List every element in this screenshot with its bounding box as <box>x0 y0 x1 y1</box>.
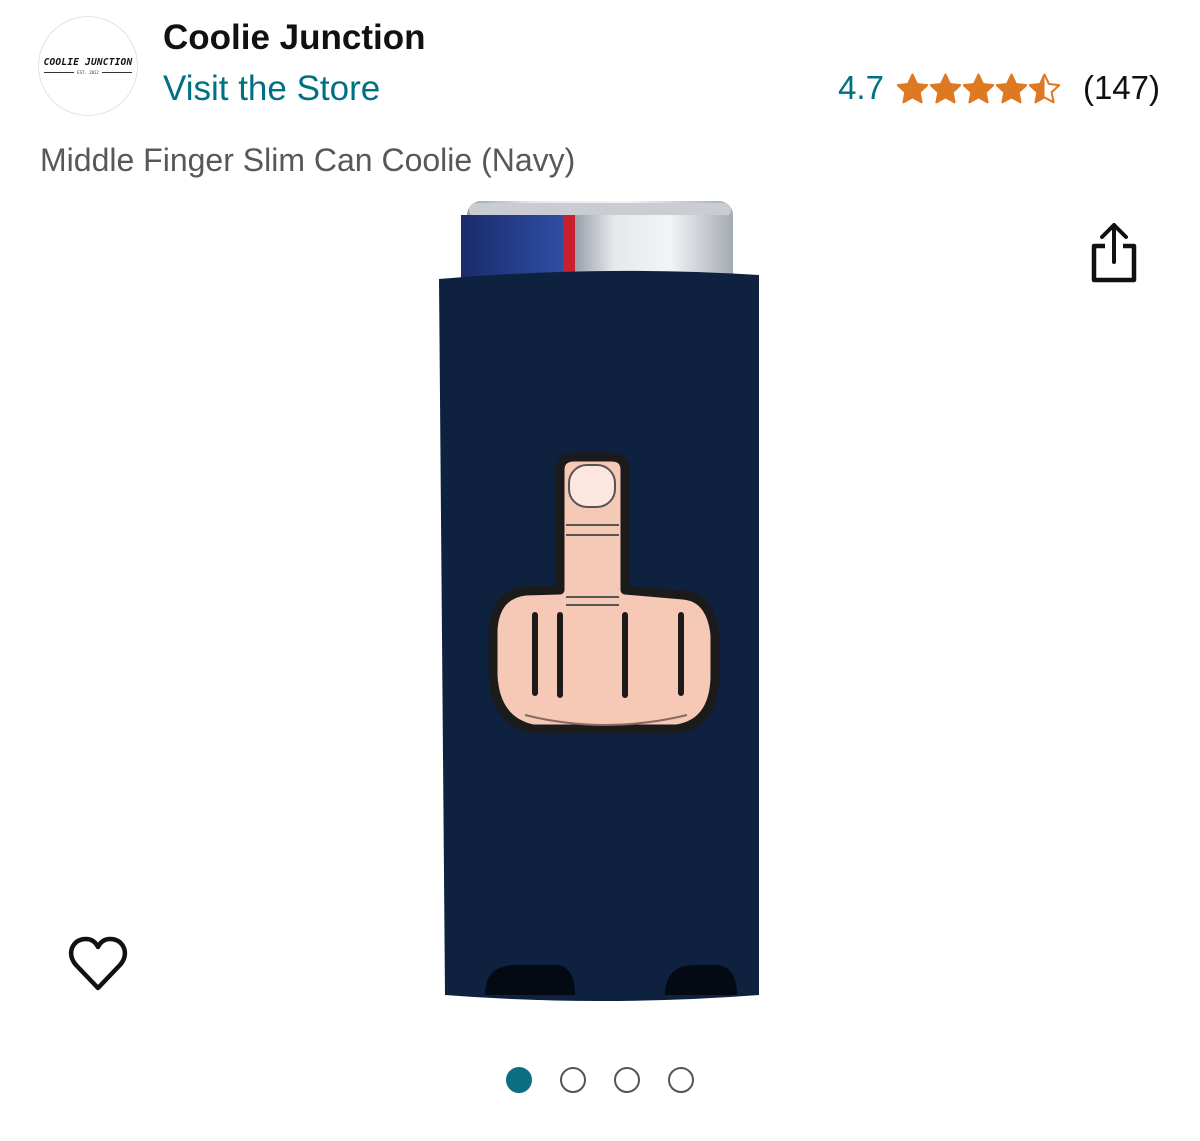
star-icon <box>962 73 995 103</box>
store-logo-est: EST. 2012 <box>77 70 99 75</box>
rating-summary[interactable]: 4.7 (147) <box>838 69 1160 107</box>
store-name[interactable]: Coolie Junction <box>163 18 426 58</box>
carousel-dot[interactable] <box>560 1067 586 1093</box>
star-icon <box>896 73 929 103</box>
rating-score: 4.7 <box>838 69 884 106</box>
coolie-illustration <box>439 201 759 1001</box>
product-page: COOLIE JUNCTION EST. 2012 Coolie Junctio… <box>0 0 1200 1141</box>
heart-icon <box>68 936 128 991</box>
rating-stars <box>896 73 1061 104</box>
star-icon <box>1028 73 1061 103</box>
star-icon <box>929 73 962 103</box>
product-title: Middle Finger Slim Can Coolie (Navy) <box>40 142 576 178</box>
carousel-dot[interactable] <box>614 1067 640 1093</box>
logo-line-left <box>44 72 75 73</box>
favorite-button[interactable] <box>66 934 130 994</box>
carousel-dot[interactable] <box>668 1067 694 1093</box>
visit-store-link[interactable]: Visit the Store <box>163 69 380 109</box>
image-carousel-dots <box>506 1067 694 1093</box>
store-logo-text: COOLIE JUNCTION <box>43 57 133 68</box>
store-logo-rule: EST. 2012 <box>44 70 132 75</box>
logo-line-right <box>101 72 132 73</box>
product-image[interactable] <box>425 195 775 1015</box>
share-button[interactable] <box>1086 222 1142 284</box>
star-icon <box>995 73 1028 103</box>
carousel-dot[interactable] <box>506 1067 532 1093</box>
store-logo[interactable]: COOLIE JUNCTION EST. 2012 <box>38 16 138 116</box>
rating-count[interactable]: (147) <box>1083 69 1160 107</box>
share-icon <box>1091 223 1137 283</box>
